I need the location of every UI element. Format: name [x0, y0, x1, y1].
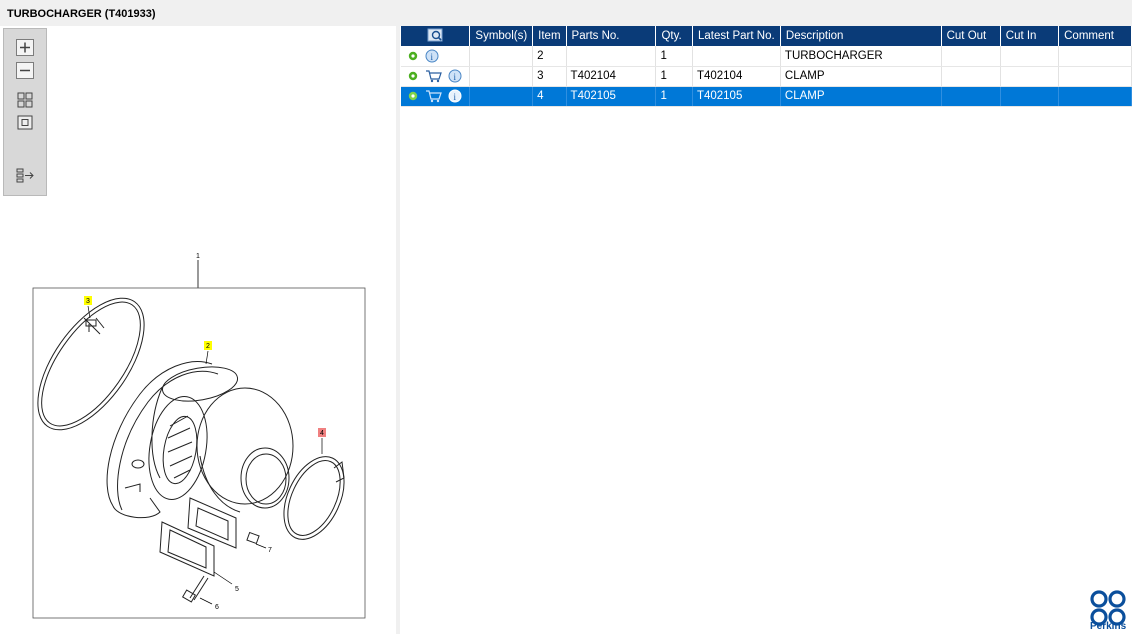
callout-1[interactable]: 1 — [196, 253, 200, 260]
row-symbols — [469, 66, 534, 87]
table-row[interactable]: i 3 T402104 1 T402104 CLAMP — [401, 66, 1132, 87]
actual-size-button[interactable] — [16, 114, 34, 131]
plus-icon — [20, 42, 30, 53]
row-description: CLAMP — [780, 66, 942, 87]
callout-5[interactable]: 5 — [235, 586, 239, 593]
table-row-selected[interactable]: i 4 T402105 1 T402105 CLAMP — [401, 86, 1132, 107]
column-header-cut-out[interactable]: Cut Out — [941, 26, 1001, 46]
column-header-description[interactable]: Description — [780, 26, 942, 46]
row-qty: 1 — [655, 46, 693, 67]
row-qty: 1 — [655, 86, 693, 107]
window-title: TURBOCHARGER (T401933) — [7, 8, 156, 20]
show-list-button[interactable] — [16, 167, 34, 184]
column-header-cut-in[interactable]: Cut In — [1000, 26, 1060, 46]
row-item: 4 — [532, 86, 567, 107]
minus-icon — [20, 69, 30, 72]
cart-icon[interactable] — [425, 69, 443, 83]
row-item: 3 — [532, 66, 567, 87]
row-symbols — [469, 86, 534, 107]
zoom-out-button[interactable] — [16, 62, 34, 79]
row-cut-in — [1000, 46, 1060, 67]
row-comment — [1058, 86, 1132, 107]
search-list-icon — [427, 28, 443, 41]
column-header-latest-part-no[interactable]: Latest Part No. — [692, 26, 781, 46]
gear-icon[interactable] — [407, 70, 419, 82]
row-comment — [1058, 46, 1132, 67]
row-part-no: T402105 — [566, 86, 657, 107]
row-item: 2 — [532, 46, 567, 67]
diagram-frame — [32, 287, 366, 619]
row-description: TURBOCHARGER — [780, 46, 942, 67]
column-header-symbols[interactable]: Symbol(s) — [469, 26, 534, 46]
column-header-qty[interactable]: Qty. — [655, 26, 693, 46]
row-cut-out — [941, 66, 1001, 87]
info-icon[interactable]: i — [448, 89, 462, 103]
parts-list-panel: Symbol(s) Item Parts No. Qty. Latest Par… — [400, 26, 1132, 634]
row-latest-part-no: T402105 — [692, 86, 781, 107]
info-icon[interactable]: i — [448, 69, 462, 83]
gear-icon[interactable] — [407, 50, 419, 62]
diagram-panel[interactable]: 1 3 2 4 7 5 6 — [0, 26, 396, 634]
column-header-actions[interactable] — [401, 26, 471, 46]
row-actions: i — [401, 86, 471, 107]
row-symbols — [469, 46, 534, 67]
row-part-no: T402104 — [566, 66, 657, 87]
callout-3[interactable]: 3 — [86, 298, 90, 305]
row-part-no — [566, 46, 657, 67]
row-actions: i — [401, 46, 471, 67]
row-qty: 1 — [655, 66, 693, 87]
table-header-row: Symbol(s) Item Parts No. Qty. Latest Par… — [401, 26, 1132, 46]
viewer-toolbar — [3, 28, 47, 196]
parts-table: Symbol(s) Item Parts No. Qty. Latest Par… — [401, 26, 1132, 107]
square-icon — [17, 115, 33, 130]
table-row[interactable]: i 2 1 TURBOCHARGER — [401, 46, 1132, 67]
row-cut-out — [941, 86, 1001, 107]
info-icon[interactable]: i — [425, 49, 439, 63]
row-latest-part-no: T402104 — [692, 66, 781, 87]
title-bar: TURBOCHARGER (T401933) — [0, 0, 1132, 26]
fit-all-button[interactable] — [16, 91, 34, 108]
list-export-icon — [16, 168, 34, 183]
row-actions: i — [401, 66, 471, 87]
cart-icon[interactable] — [425, 89, 443, 103]
column-header-parts-no[interactable]: Parts No. — [566, 26, 657, 46]
brand-name: Perkins — [1090, 621, 1127, 632]
column-header-item[interactable]: Item — [532, 26, 567, 46]
callout-2[interactable]: 2 — [206, 343, 210, 350]
row-latest-part-no — [692, 46, 781, 67]
column-header-comment[interactable]: Comment — [1058, 26, 1132, 46]
exploded-parts-diagram[interactable]: 1 3 2 4 7 5 6 — [0, 216, 396, 626]
callout-6[interactable]: 6 — [215, 604, 219, 611]
grid-icon — [17, 92, 33, 108]
row-cut-in — [1000, 86, 1060, 107]
row-cut-out — [941, 46, 1001, 67]
callout-7[interactable]: 7 — [268, 547, 272, 554]
gear-icon[interactable] — [407, 90, 419, 102]
callout-4[interactable]: 4 — [320, 430, 324, 437]
row-description: CLAMP — [780, 86, 942, 107]
row-cut-in — [1000, 66, 1060, 87]
zoom-in-button[interactable] — [16, 39, 34, 56]
row-comment — [1058, 66, 1132, 87]
